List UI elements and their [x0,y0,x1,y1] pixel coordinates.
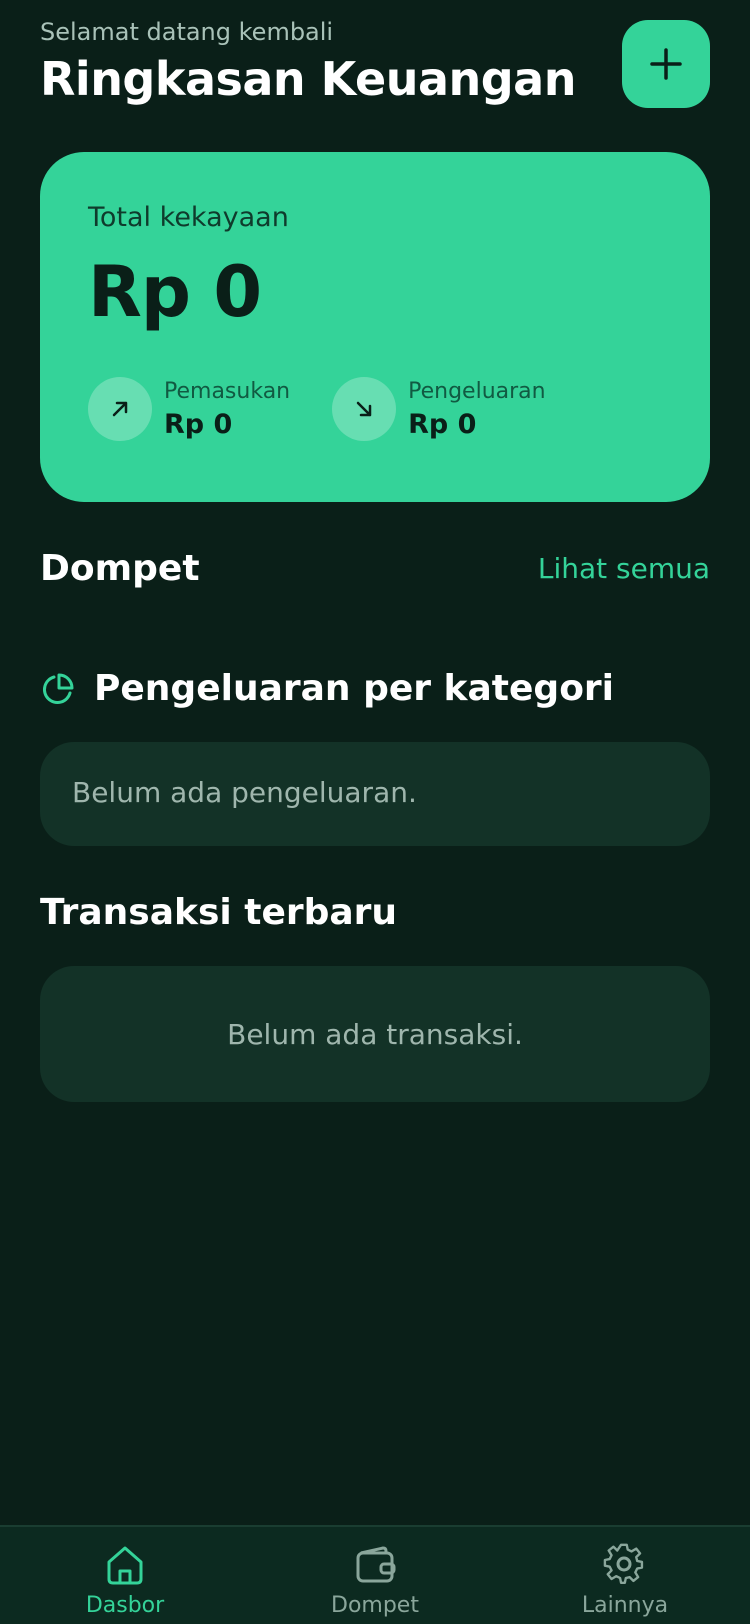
nav-label-lainnya: Lainnya [581,1593,669,1618]
arrow-up-right-icon [88,377,152,441]
expense-label: Pengeluaran [408,378,546,404]
income-label: Pemasukan [164,378,291,404]
pie-chart-icon [42,673,74,704]
nav-item-lainnya[interactable]: Lainnya [525,1527,725,1624]
plus-icon [650,48,682,80]
total-wealth-amount: Rp 0 [88,251,262,333]
transactions-empty-state: Belum ada transaksi. [40,966,710,1102]
income-stat: Pemasukan Rp 0 [88,377,290,441]
nav-item-dompet[interactable]: Dompet [275,1527,475,1624]
wallet-section-title: Dompet [40,548,200,589]
transactions-section-title: Transaksi terbaru [40,892,398,933]
wallet-section-header: Dompet Lihat semua [40,548,710,589]
total-wealth-label: Total kekayaan [88,202,289,233]
transactions-section-header: Transaksi terbaru [40,892,710,933]
income-value: Rp 0 [164,408,233,440]
page-title: Ringkasan Keuangan [40,52,576,106]
bottom-navigation: Dasbor Dompet Lainnya [0,1525,750,1624]
nav-label-dasbor: Dasbor [85,1593,165,1618]
header: Selamat datang kembali Ringkasan Keuanga… [40,18,710,128]
add-button[interactable] [622,20,710,108]
gear-icon [603,1543,644,1584]
nav-item-dasbor[interactable]: Dasbor [25,1527,225,1624]
transactions-empty-text: Belum ada transaksi. [227,1017,523,1051]
home-icon [107,1546,143,1585]
arrow-down-right-icon [332,377,397,441]
nav-label-dompet: Dompet [331,1593,419,1618]
expense-value: Rp 0 [408,408,477,440]
wallet-icon [356,1546,396,1583]
category-empty-state: Belum ada pengeluaran. [40,742,710,846]
wealth-summary-card: Total kekayaan Rp 0 Pemasukan Rp 0 Penge… [40,152,710,502]
category-section-header: Pengeluaran per kategori [40,668,710,709]
category-section-title: Pengeluaran per kategori [94,668,615,709]
see-all-link[interactable]: Lihat semua [538,552,710,585]
expense-stat: Pengeluaran Rp 0 [332,377,546,441]
category-empty-text: Belum ada pengeluaran. [72,776,417,809]
greeting-text: Selamat datang kembali [40,18,334,46]
